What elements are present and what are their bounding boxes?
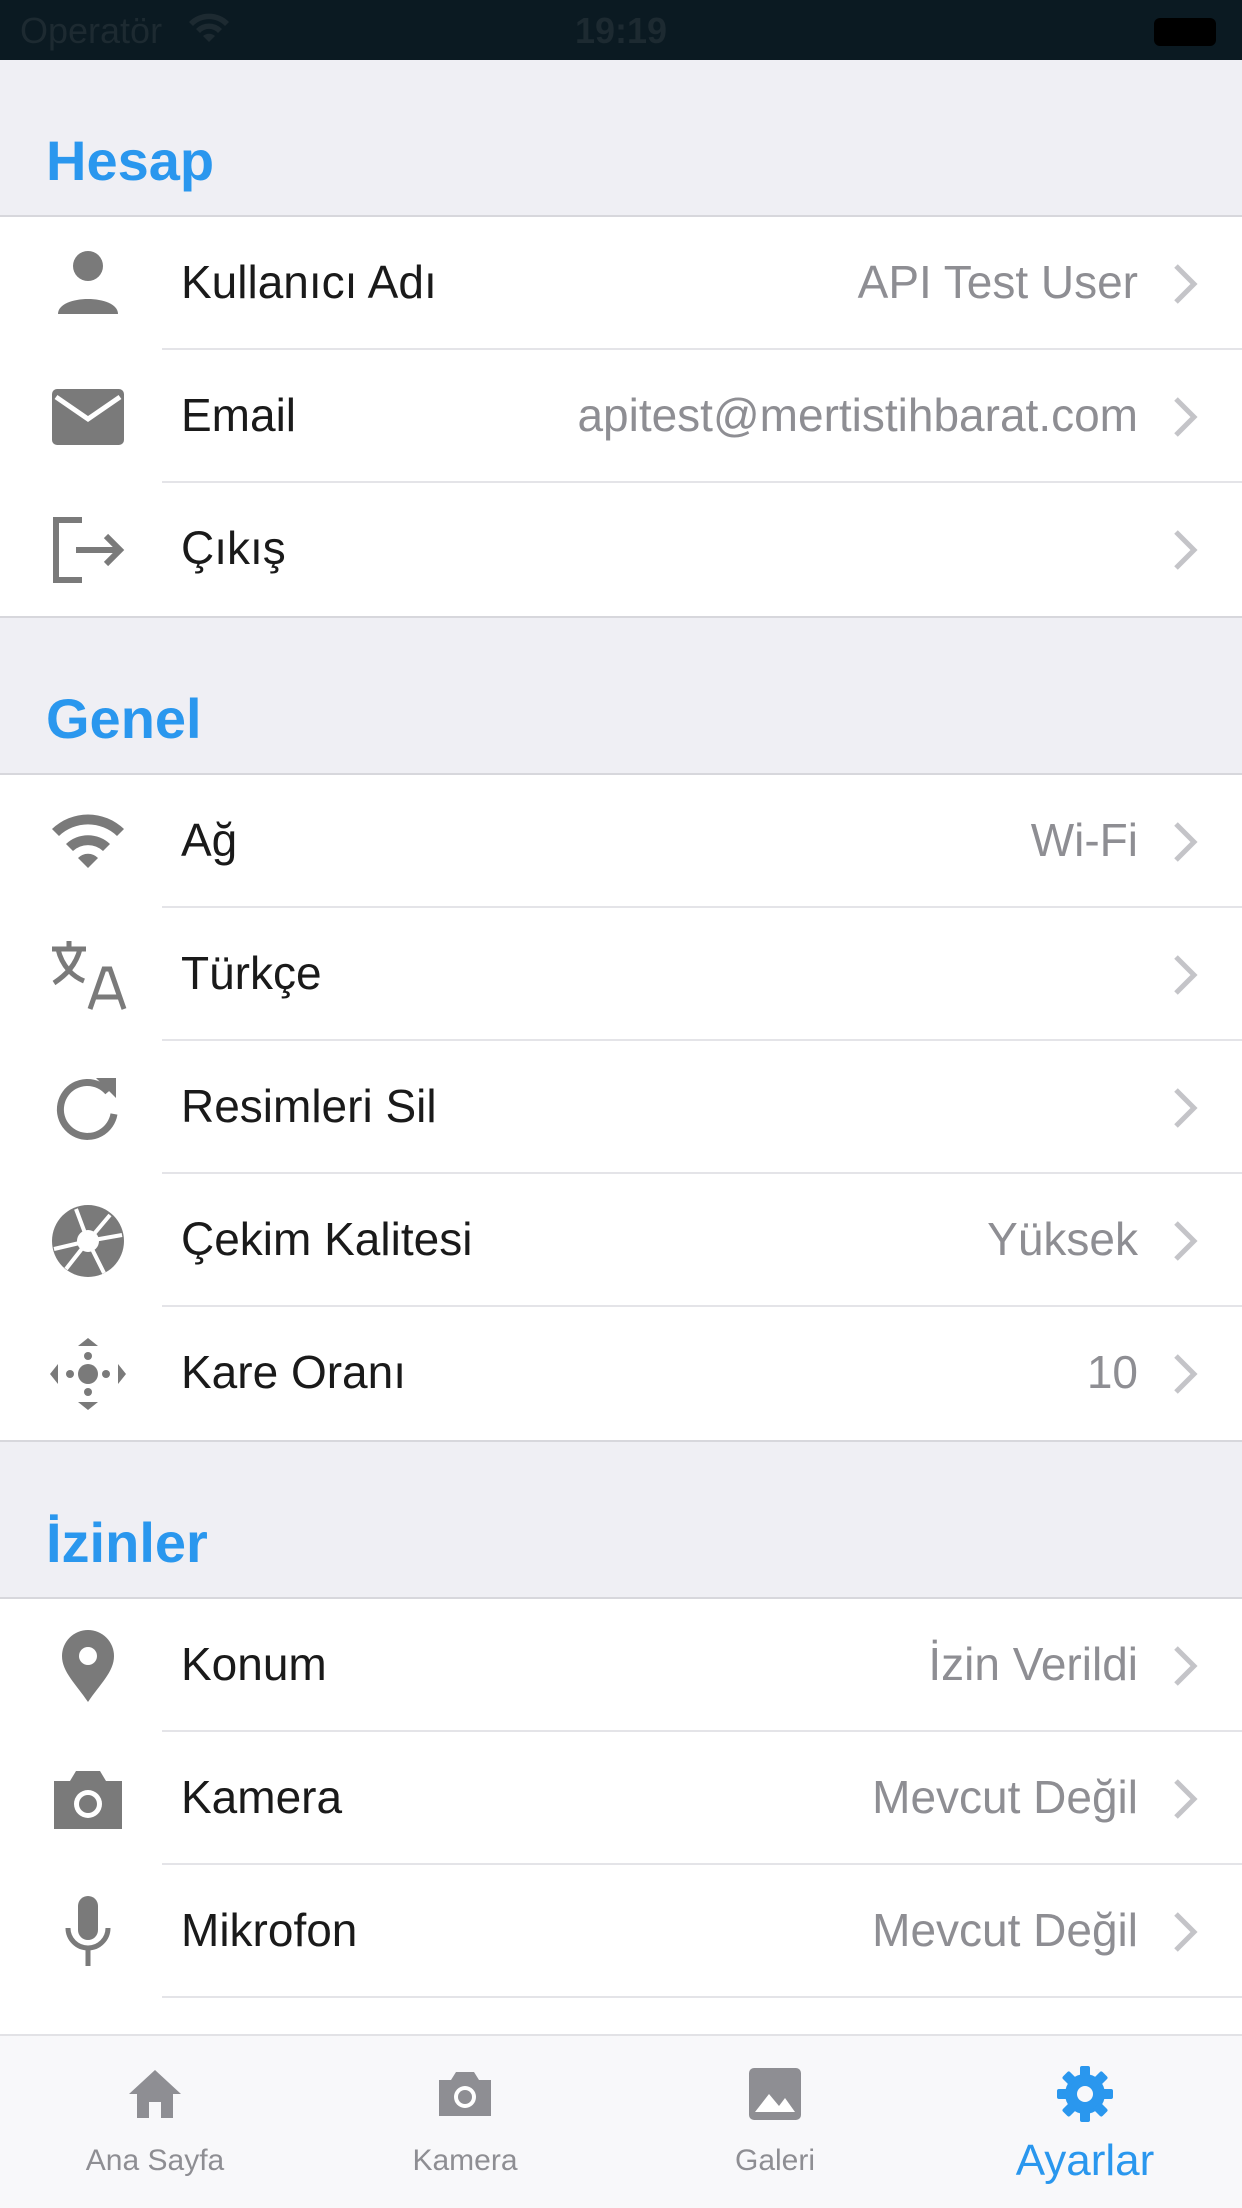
chevron-right-icon <box>1174 1779 1198 1819</box>
tab-bar: Ana Sayfa Kamera Galeri Ayarlar <box>0 2034 1242 2208</box>
tab-gallery[interactable]: Galeri <box>620 2036 930 2208</box>
row-label: Resimleri Sil <box>181 1080 437 1132</box>
section-header-genel: Genel <box>0 618 1242 775</box>
row-label: Mikrofon <box>181 1904 358 1956</box>
row-label: Çekim Kalitesi <box>181 1213 473 1265</box>
chevron-right-icon <box>1174 264 1198 304</box>
microphone-icon <box>46 1894 130 1970</box>
gallery-icon <box>749 2068 801 2120</box>
tab-label: Ayarlar <box>1015 2136 1155 2185</box>
row-label: Kamera <box>181 1771 343 1823</box>
camera-icon <box>46 1761 130 1837</box>
chevron-right-icon <box>1174 1646 1198 1686</box>
chevron-right-icon <box>1174 955 1198 995</box>
row-network[interactable]: Ağ Wi-Fi <box>0 775 1242 908</box>
row-label: Çıkış <box>181 522 286 574</box>
status-time: 19:19 <box>574 10 668 51</box>
section-title: Genel <box>46 687 202 750</box>
chevron-right-icon <box>1174 530 1198 570</box>
tab-label: Kamera <box>412 2144 518 2177</box>
camera-icon <box>439 2072 491 2116</box>
gear-icon <box>1057 2066 1113 2122</box>
row-email[interactable]: Email apitest@mertistihbarat.com <box>0 350 1242 483</box>
row-label: Email <box>181 389 297 441</box>
row-capture-quality[interactable]: Çekim Kalitesi Yüksek <box>0 1174 1242 1307</box>
row-storage-partial[interactable] <box>0 1998 1242 2034</box>
row-value: apitest@mertistihbarat.com <box>577 389 1138 441</box>
section-header-hesap: Hesap <box>0 60 1242 217</box>
logout-icon <box>46 512 130 588</box>
section-izinler: Konum İzin Verildi Kamera Mevcut Değil M… <box>0 1599 1242 2034</box>
battery-icon <box>1154 18 1216 46</box>
wifi-icon <box>46 804 130 880</box>
row-value: API Test User <box>857 256 1138 308</box>
chevron-right-icon <box>1174 1354 1198 1394</box>
chevron-right-icon <box>1174 1088 1198 1128</box>
shutter-icon <box>46 1203 130 1279</box>
row-label: Kullanıcı Adı <box>181 256 437 308</box>
person-icon <box>46 246 130 322</box>
row-label: Konum <box>181 1638 327 1690</box>
row-label: Kare Oranı <box>181 1346 406 1398</box>
chevron-right-icon <box>1174 397 1198 437</box>
section-hesap: Kullanıcı Adı API Test User Email apites… <box>0 217 1242 618</box>
chevron-right-icon <box>1174 1912 1198 1952</box>
row-value: İzin Verildi <box>928 1638 1138 1690</box>
frame-rate-icon <box>46 1336 130 1412</box>
section-title: İzinler <box>46 1511 208 1574</box>
tab-home[interactable]: Ana Sayfa <box>0 2036 310 2208</box>
tab-settings[interactable]: Ayarlar <box>930 2036 1240 2208</box>
row-value: Wi-Fi <box>1030 814 1138 866</box>
translate-icon <box>46 937 130 1013</box>
section-title: Hesap <box>46 129 215 192</box>
row-value: Yüksek <box>987 1213 1138 1265</box>
section-genel: Ağ Wi-Fi Türkçe Resimleri Sil Çekim Kali… <box>0 775 1242 1442</box>
mail-icon <box>46 379 130 455</box>
section-header-izinler: İzinler <box>0 1442 1242 1599</box>
row-delete-images[interactable]: Resimleri Sil <box>0 1041 1242 1174</box>
row-value: Mevcut Değil <box>872 1771 1138 1823</box>
location-pin-icon <box>46 1628 130 1704</box>
row-frame-rate[interactable]: Kare Oranı 10 <box>0 1307 1242 1440</box>
row-camera[interactable]: Kamera Mevcut Değil <box>0 1732 1242 1865</box>
settings-list[interactable]: Hesap Kullanıcı Adı API Test User Email … <box>0 60 1242 2034</box>
row-label: Ağ <box>181 814 238 866</box>
row-microphone[interactable]: Mikrofon Mevcut Değil <box>0 1865 1242 1998</box>
tab-label: Ana Sayfa <box>85 2144 225 2177</box>
chevron-right-icon <box>1174 1221 1198 1261</box>
row-language[interactable]: Türkçe <box>0 908 1242 1041</box>
row-value: 10 <box>1086 1346 1138 1398</box>
row-label: Türkçe <box>181 947 322 999</box>
status-bar: Operatör 19:19 <box>0 0 1242 60</box>
row-logout[interactable]: Çıkış <box>0 483 1242 616</box>
chevron-right-icon <box>1174 822 1198 862</box>
row-value: Mevcut Değil <box>872 1904 1138 1956</box>
tab-label: Galeri <box>734 2144 816 2177</box>
storage-icon <box>46 2027 130 2034</box>
tab-camera[interactable]: Kamera <box>310 2036 620 2208</box>
row-location[interactable]: Konum İzin Verildi <box>0 1599 1242 1732</box>
home-icon <box>129 2070 181 2118</box>
row-username[interactable]: Kullanıcı Adı API Test User <box>0 217 1242 350</box>
refresh-icon <box>46 1070 130 1146</box>
